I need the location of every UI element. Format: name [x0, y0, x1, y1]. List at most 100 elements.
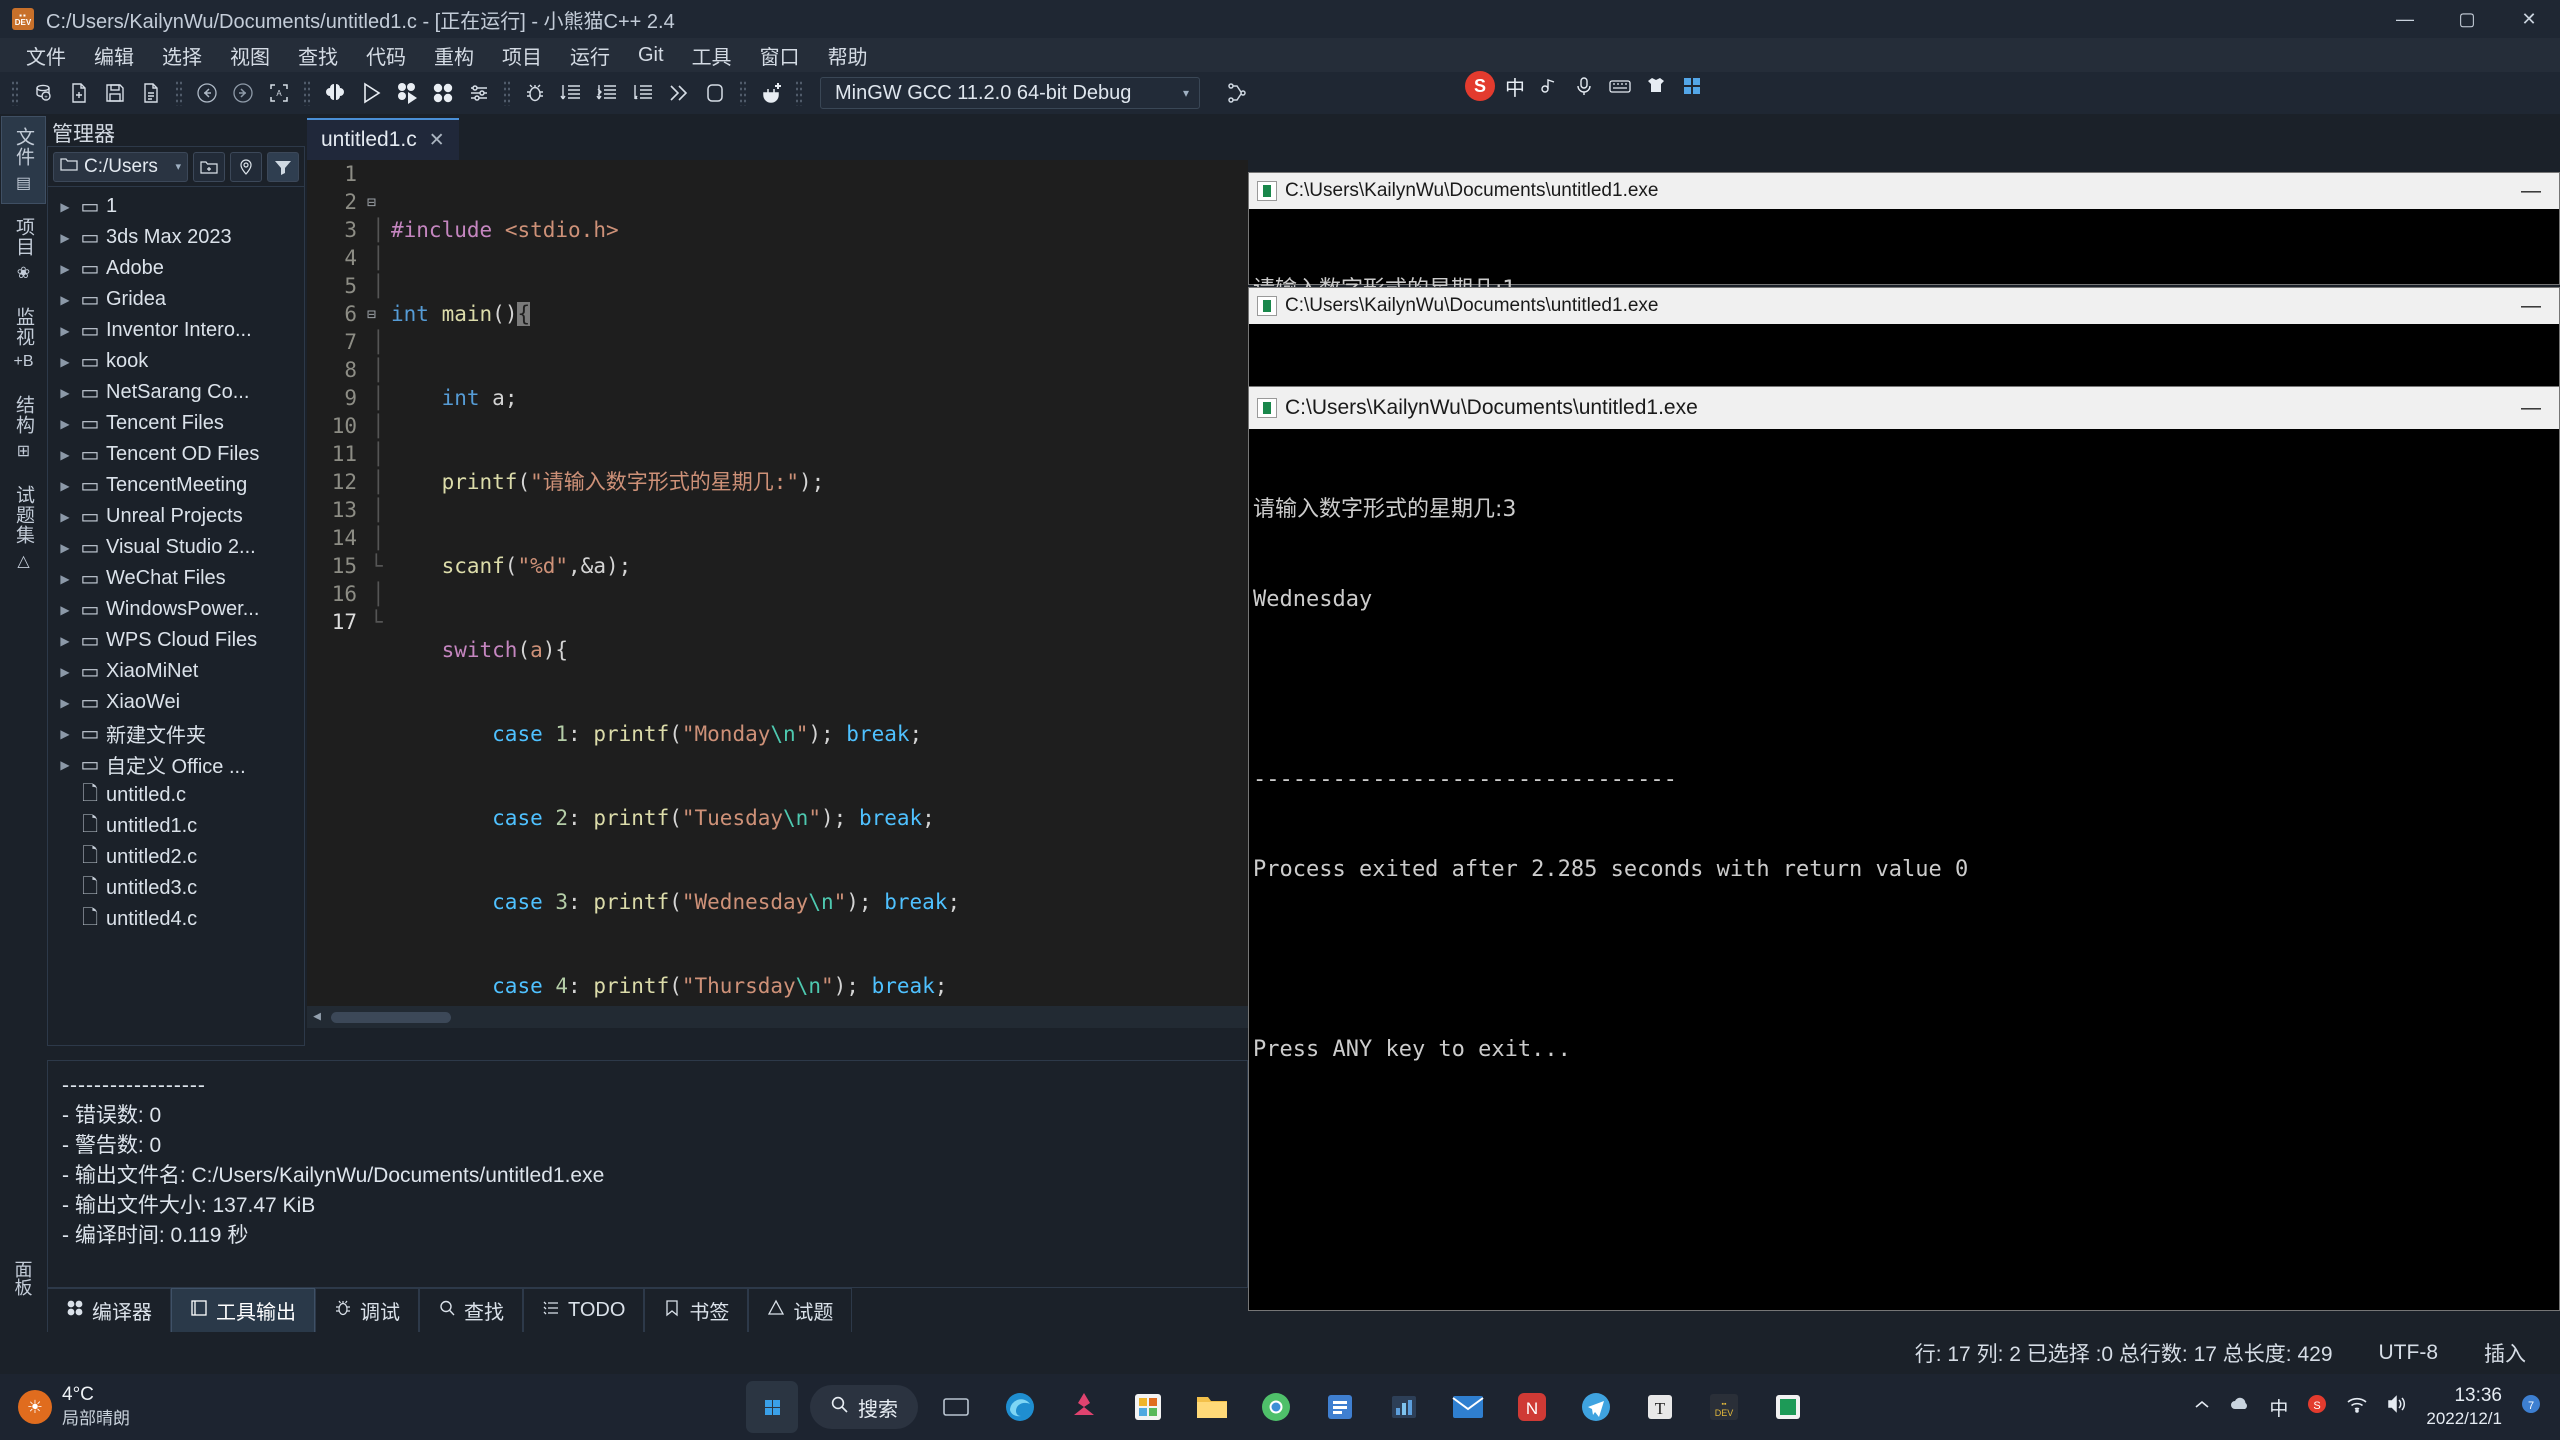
chevron-right-icon[interactable]: ▶	[56, 572, 74, 586]
tool-output-panel[interactable]: ------------------ - 错误数: 0 - 警告数: 0 - 输…	[47, 1060, 1248, 1288]
chevron-right-icon[interactable]: ▶	[56, 448, 74, 462]
add-watch-icon[interactable]	[754, 76, 788, 110]
typora-app[interactable]: T	[1634, 1381, 1686, 1433]
chevron-right-icon[interactable]: ▶	[56, 665, 74, 679]
chevron-right-icon[interactable]: ▶	[56, 293, 74, 307]
tree-item[interactable]: ▶ ▭ XiaoWei	[48, 687, 304, 718]
console-title-bar[interactable]: C:\Users\KailynWu\Documents\untitled1.ex…	[1249, 387, 2559, 429]
menu-refactor[interactable]: 重构	[420, 38, 488, 73]
tree-item[interactable]: ▶ ▭ WPS Cloud Files	[48, 625, 304, 656]
rail-bottom-tab[interactable]: 面板	[0, 1250, 45, 1306]
comment-icon[interactable]	[626, 76, 660, 110]
bottom-tab-find[interactable]: 查找	[419, 1288, 523, 1332]
debug-icon[interactable]	[518, 76, 552, 110]
edge-app[interactable]	[994, 1381, 1046, 1433]
tree-item[interactable]: 🗋 untitled4.c	[48, 904, 304, 935]
apps-icon[interactable]	[1679, 73, 1705, 99]
tree-item[interactable]: ▶ ▭ NetSarang Co...	[48, 377, 304, 408]
indent-icon[interactable]	[554, 76, 588, 110]
encoding-status[interactable]: UTF-8	[2379, 1341, 2439, 1365]
back-icon[interactable]	[190, 76, 224, 110]
fullscreen-icon[interactable]: A	[262, 76, 296, 110]
menu-find[interactable]: 查找	[284, 38, 352, 73]
file-tree[interactable]: ▶ ▭ 1 ▶ ▭ 3ds Max 2023 ▶ ▭ Adobe ▶ ▭ Gridea ▶ ▭ In…	[48, 187, 304, 1045]
tree-item[interactable]: ▶ ▭ Tencent OD Files	[48, 439, 304, 470]
explorer-app[interactable]	[1186, 1381, 1238, 1433]
rail-tab-structure[interactable]: 结构 ⊞	[1, 384, 46, 472]
close-icon[interactable]: ✕	[429, 129, 445, 152]
office-app[interactable]	[1314, 1381, 1366, 1433]
console-title-bar[interactable]: C:\Users\KailynWu\Documents\untitled1.ex…	[1249, 288, 2559, 324]
devcpp-app[interactable]: ▪▪ DEV	[1698, 1381, 1750, 1433]
console-title-bar[interactable]: C:\Users\KailynWu\Documents\untitled1.ex…	[1249, 173, 2559, 209]
minimize-button[interactable]: —	[2511, 180, 2551, 203]
menu-help[interactable]: 帮助	[814, 38, 882, 73]
rebuild-icon[interactable]	[426, 76, 460, 110]
chevron-right-icon[interactable]: ▶	[56, 355, 74, 369]
pinyin-icon[interactable]	[1535, 73, 1561, 99]
menu-view[interactable]: 视图	[216, 38, 284, 73]
chevron-right-icon[interactable]: ▶	[56, 603, 74, 617]
store-app[interactable]	[1122, 1381, 1174, 1433]
chevron-right-icon[interactable]: ▶	[56, 262, 74, 276]
menu-code[interactable]: 代码	[352, 38, 420, 73]
bottom-tab-debug[interactable]: 调试	[315, 1288, 419, 1332]
chevron-right-icon[interactable]: ▶	[56, 541, 74, 555]
ime-mode-label[interactable]: 中	[1505, 72, 1525, 101]
ime-indicator[interactable]: 中	[2269, 1394, 2288, 1421]
tree-item[interactable]: ▶ ▭ 自定义 Office ...	[48, 749, 304, 780]
tree-item[interactable]: ▶ ▭ Gridea	[48, 284, 304, 315]
rail-tab-problemset[interactable]: 试题集 △	[1, 474, 46, 582]
bottom-tab-compiler[interactable]: 编译器	[47, 1288, 171, 1332]
tree-item[interactable]: ▶ ▭ kook	[48, 346, 304, 377]
scroll-left-icon[interactable]: ◀	[307, 1003, 327, 1028]
tree-item[interactable]: ▶ ▭ Visual Studio 2...	[48, 532, 304, 563]
fold-toggle[interactable]: ⊟	[365, 300, 391, 328]
run-icon[interactable]	[354, 76, 388, 110]
tree-item[interactable]: ▶ ▭ Adobe	[48, 253, 304, 284]
menu-git[interactable]: Git	[624, 41, 678, 70]
rail-tab-files[interactable]: 文件 ▤	[1, 116, 46, 204]
new-project-icon[interactable]: +	[26, 76, 60, 110]
sogou-logo-icon[interactable]: S	[1465, 71, 1495, 101]
console-window-2[interactable]: C:\Users\KailynWu\Documents\untitled1.ex…	[1248, 287, 2560, 507]
path-combo[interactable]: C:/Users ▾	[53, 151, 188, 182]
forward-icon[interactable]	[226, 76, 260, 110]
tree-item[interactable]: 🗋 untitled.c	[48, 780, 304, 811]
tree-item[interactable]: ▶ ▭ XiaoMiNet	[48, 656, 304, 687]
unindent-icon[interactable]	[590, 76, 624, 110]
wifi-icon[interactable]	[2346, 1396, 2368, 1419]
filter-icon[interactable]	[267, 151, 299, 182]
console-window-1[interactable]: C:\Users\KailynWu\Documents\untitled1.ex…	[1248, 172, 2560, 392]
taskview-button[interactable]	[930, 1381, 982, 1433]
chevron-right-icon[interactable]: ▶	[56, 634, 74, 648]
options-icon[interactable]	[462, 76, 496, 110]
start-button[interactable]	[746, 1381, 798, 1433]
inkscape-app[interactable]	[1058, 1381, 1110, 1433]
fold-toggle[interactable]: ⊟	[365, 188, 391, 216]
chevron-right-icon[interactable]: ▶	[56, 324, 74, 338]
tree-item[interactable]: ▶ ▭ WeChat Files	[48, 563, 304, 594]
tree-item[interactable]: ▶ ▭ 新建文件夹	[48, 718, 304, 749]
new-file-icon[interactable]	[62, 76, 96, 110]
minimize-button[interactable]: —	[2374, 0, 2436, 38]
tree-item[interactable]: ▶ ▭ WindowsPower...	[48, 594, 304, 625]
bottom-tab-bookmark[interactable]: 书签	[644, 1288, 749, 1332]
code-lines[interactable]: #include <stdio.h> int main(){ int a; pr…	[391, 160, 1248, 1028]
close-button[interactable]: ✕	[2498, 0, 2560, 38]
insert-mode-status[interactable]: 插入	[2484, 1338, 2526, 1368]
new-folder-icon[interactable]	[193, 151, 225, 182]
compile-run-icon[interactable]	[390, 76, 424, 110]
chevron-right-icon[interactable]: ▶	[56, 479, 74, 493]
tree-item[interactable]: ▶ ▭ Tencent Files	[48, 408, 304, 439]
editor-hscrollbar[interactable]: ◀	[307, 1006, 1248, 1028]
netease-app[interactable]: N	[1506, 1381, 1558, 1433]
chevron-right-icon[interactable]: ▶	[56, 231, 74, 245]
chevron-right-icon[interactable]: ▶	[56, 510, 74, 524]
scroll-thumb[interactable]	[331, 1011, 451, 1023]
notification-icon[interactable]: 7	[2520, 1393, 2542, 1421]
console-window-3[interactable]: C:\Users\KailynWu\Documents\untitled1.ex…	[1248, 386, 2560, 1311]
stop-icon[interactable]	[698, 76, 732, 110]
save-icon[interactable]	[98, 76, 132, 110]
bottom-tab-todo[interactable]: TODO	[523, 1288, 645, 1332]
